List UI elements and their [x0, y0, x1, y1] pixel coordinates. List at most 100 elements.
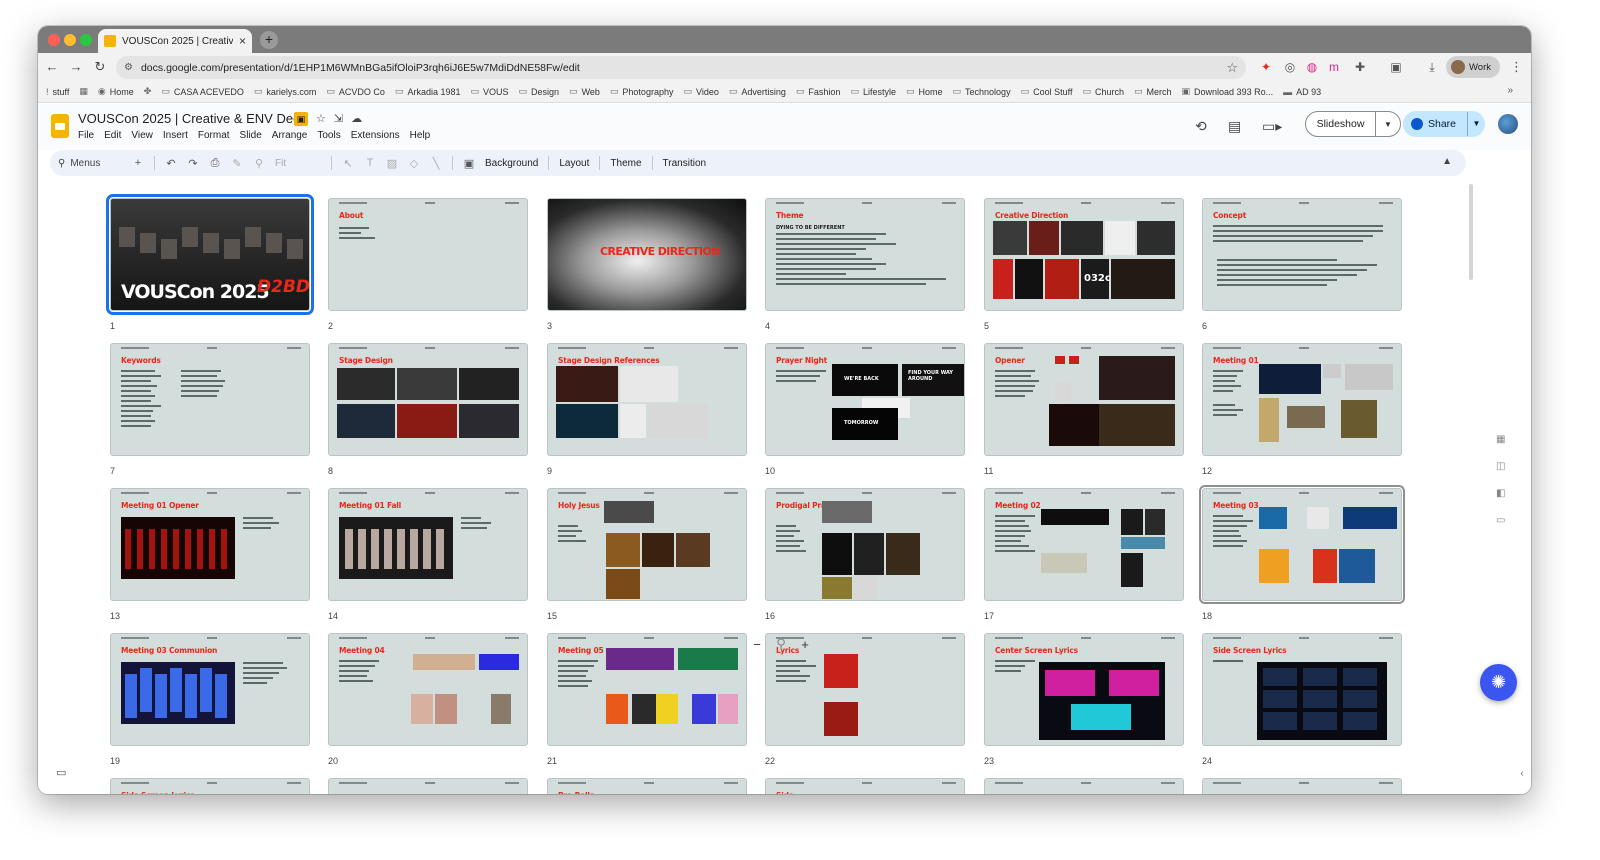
zoom-in-icon[interactable]: + [798, 637, 812, 652]
bookmark-item[interactable]: ▬ AD 93 [1283, 87, 1321, 97]
bookmark-item[interactable]: ▭ VOUS [470, 86, 508, 97]
bookmark-item[interactable]: ▭ Fashion [796, 86, 841, 97]
star-icon[interactable]: ☆ [316, 112, 326, 126]
bookmark-item[interactable]: ▭ Merch [1134, 86, 1172, 97]
line-icon[interactable]: ╲ [430, 157, 442, 170]
print-icon[interactable]: ⎙ [209, 157, 221, 170]
meet-camera-icon[interactable]: ▭▸ [1262, 118, 1282, 135]
menu-item-slide[interactable]: Slide [240, 130, 262, 141]
slide-thumbnail[interactable]: Prayer Night WE'RE BACK FIND YOUR WAY AROU… [765, 343, 965, 456]
reload-icon[interactable]: ↻ [92, 59, 108, 75]
bookmark-item[interactable]: ◉ Home [98, 86, 134, 97]
slide-thumbnail[interactable]: Concept [1202, 198, 1402, 311]
slide-thumbnail[interactable]: Meeting 03 Communion [110, 633, 310, 746]
slide-thumbnail[interactable] [1202, 778, 1402, 794]
bookmark-item[interactable]: ▭ Web [569, 86, 600, 97]
slide-thumbnail[interactable]: About [328, 198, 528, 311]
slide-thumbnail[interactable]: Center Screen Lyrics [984, 633, 1184, 746]
menu-item-format[interactable]: Format [198, 130, 230, 141]
bookmark-item[interactable]: ▭ Lifestyle [850, 86, 896, 97]
gemini-assist-button[interactable]: ✺ [1480, 664, 1517, 701]
bookmark-item[interactable]: ▭ Design [519, 86, 560, 97]
bookmark-star-icon[interactable]: ☆ [1226, 60, 1238, 76]
keep-icon[interactable]: ◫ [1496, 461, 1505, 472]
comments-icon[interactable]: ▤ [1228, 118, 1241, 135]
bookmark-item[interactable]: ▣ Download 393 Ro... [1182, 86, 1274, 97]
side-panel-collapse-icon[interactable]: ‹ [1514, 764, 1530, 784]
menu-item-view[interactable]: View [131, 130, 153, 141]
slide-thumbnail[interactable]: Keywords [110, 343, 310, 456]
close-window-button[interactable] [48, 34, 60, 46]
menus-search[interactable]: ⚲ Menus [58, 158, 122, 169]
menu-item-edit[interactable]: Edit [104, 130, 121, 141]
slide-thumbnail[interactable]: Stage Design [328, 343, 528, 456]
url-text[interactable]: docs.google.com/presentation/d/1EHP1M6WM… [141, 62, 1226, 74]
menu-item-file[interactable]: File [78, 130, 94, 141]
move-folder-icon[interactable]: ▣ [294, 112, 308, 126]
slide-thumbnail[interactable]: CREATIVE DIRECTION [547, 198, 747, 311]
zoom-icon[interactable]: ⚲ [774, 636, 788, 652]
slide-thumbnail[interactable]: Meeting 01 Opener [110, 488, 310, 601]
menu-item-tools[interactable]: Tools [317, 130, 340, 141]
layout-button[interactable]: Layout [559, 158, 589, 169]
slide-thumbnail[interactable]: Side [765, 778, 965, 794]
download-icon[interactable]: ⤓ [1424, 59, 1440, 75]
browser-menu-icon[interactable]: ⋮ [1510, 59, 1523, 75]
document-title[interactable]: VOUSCon 2025 | Creative & ENV Deck [78, 111, 306, 126]
collapse-toolbar-icon[interactable]: ▲ [1442, 156, 1452, 167]
menu-item-extensions[interactable]: Extensions [351, 130, 400, 141]
slide-thumbnail[interactable]: Meeting 01 [1202, 343, 1402, 456]
slide-thumbnail[interactable]: Meeting 05 [547, 633, 747, 746]
slide-thumbnail[interactable]: Meeting 04 [328, 633, 528, 746]
browser-tab[interactable]: VOUSCon 2025 | Creative & E × [98, 29, 252, 53]
bookmarks-overflow-icon[interactable]: » [1507, 85, 1513, 96]
forward-icon[interactable]: → [68, 59, 84, 74]
slide-thumbnail[interactable]: Theme DYING TO BE DIFFERENT [765, 198, 965, 311]
calendar-icon[interactable]: ▦ [1496, 434, 1505, 445]
new-tab-button[interactable]: + [260, 31, 278, 49]
bookmark-item[interactable]: ▭ Advertising [729, 86, 786, 97]
slide-thumbnail[interactable]: Meeting 03 [1199, 485, 1405, 604]
slide-thumbnail[interactable]: Holy Jesus [547, 488, 747, 601]
select-cursor-icon[interactable]: ↖ [342, 157, 354, 170]
site-info-icon[interactable]: ⚙ [124, 62, 133, 73]
bookmark-item[interactable]: ▦ [79, 86, 88, 97]
m-extension-icon[interactable]: m [1326, 59, 1342, 75]
image-icon[interactable]: ▨ [386, 157, 398, 170]
shape-icon[interactable]: ◇ [408, 157, 420, 170]
bookmark-item[interactable]: ✤ [144, 86, 152, 97]
slide-thumbnail[interactable]: Stage Design References [547, 343, 747, 456]
slide-thumbnail[interactable]: Creative Direction 032c [984, 198, 1184, 311]
bookmark-item[interactable]: ▭ Church [1082, 86, 1124, 97]
slideshow-label[interactable]: Slideshow [1306, 112, 1376, 136]
theme-button[interactable]: Theme [610, 158, 641, 169]
move-icon[interactable]: ⇲ [334, 112, 343, 126]
text-box-icon[interactable]: T [364, 157, 376, 169]
menu-item-help[interactable]: Help [410, 130, 431, 141]
zoom-icon[interactable]: ⚲ [253, 157, 265, 170]
slide-thumbnail[interactable]: Pre-Rolls [547, 778, 747, 794]
bookmark-item[interactable]: ▭ Technology [953, 86, 1011, 97]
redo-icon[interactable]: ↷ [187, 157, 199, 170]
bookmark-item[interactable]: ▭ CASA ACEVEDO [161, 86, 244, 97]
slideshow-dropdown-icon[interactable]: ▼ [1376, 120, 1400, 129]
minimize-window-button[interactable] [64, 34, 76, 46]
back-icon[interactable]: ← [44, 59, 60, 74]
bookmark-item[interactable]: ▭ Home [906, 86, 943, 97]
slides-logo-icon[interactable] [51, 114, 69, 138]
slide-thumbnail[interactable]: Prodigal Praise [765, 488, 965, 601]
slide-thumbnail[interactable]: Meeting 01 Fall [328, 488, 528, 601]
share-button[interactable]: Share ▼ [1403, 111, 1485, 137]
bookmark-item[interactable]: ▭ Photography [610, 86, 674, 97]
menu-item-insert[interactable]: Insert [163, 130, 188, 141]
bookmark-item[interactable]: ! stuff [46, 87, 69, 97]
zoom-select[interactable]: Fit [275, 158, 321, 169]
slideshow-button[interactable]: Slideshow ▼ [1305, 111, 1401, 137]
tab-close-icon[interactable]: × [239, 34, 246, 48]
slide-thumbnail[interactable]: Meeting 02 [984, 488, 1184, 601]
zoom-out-icon[interactable]: − [750, 637, 764, 652]
bookmark-item[interactable]: ▭ ACVDO Co [326, 86, 385, 97]
scrollbar[interactable] [1469, 184, 1473, 280]
extension-pin-icon[interactable]: ✦ [1258, 59, 1274, 75]
slide-thumbnail[interactable]: Side Screen Lyrics [1202, 633, 1402, 746]
